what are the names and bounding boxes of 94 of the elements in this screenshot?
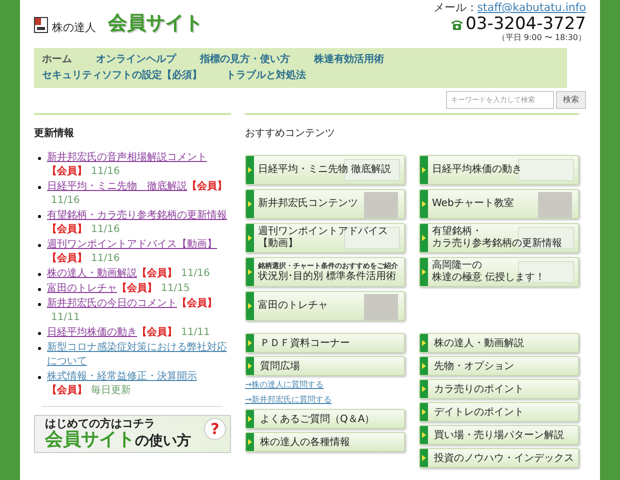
banner-title: 【動画】 (258, 238, 299, 250)
banner-title: 新井邦宏氏コンテンツ (258, 198, 358, 210)
member-tag: 【会員】 (137, 267, 177, 281)
content-banner[interactable]: 日経平均株価の動き (419, 155, 579, 185)
phone-number: 03-3204-3727 (466, 15, 586, 33)
content-banner[interactable]: 高岡隆一の 株達の極意 伝授します！ (419, 257, 579, 287)
content-banner[interactable]: 富田のトレチャ (245, 291, 405, 321)
banner-title: Webチャート教室 (432, 198, 514, 210)
update-link[interactable]: 有望銘柄・カラ売り参考銘柄の更新情報 (47, 210, 227, 221)
bullet-icon (38, 215, 41, 218)
update-date: 11/16 (91, 165, 120, 179)
section-heading: 更新情報 (34, 128, 74, 139)
banner-title: 株達の極意 伝授します！ (432, 272, 546, 284)
nav-link[interactable]: セキュリティソフトの設定【必須】 (42, 68, 202, 84)
menu-button[interactable]: カラ売りのポイント (419, 379, 579, 399)
update-link[interactable]: 日経平均・ミニ先物 徹底解説 (47, 181, 187, 192)
update-link[interactable]: 週刊ワンポイントアドバイス【動画】 (47, 239, 217, 250)
update-link[interactable]: 日経平均株価の動き (47, 327, 137, 338)
member-tag: 【会員】 (177, 297, 217, 311)
update-date: 11/11 (181, 326, 210, 340)
banner-title: 日経平均・ミニ先物 徹底解説 (258, 164, 392, 176)
chart-thumbnail (518, 261, 574, 283)
menu-button[interactable]: デイトレのポイント (419, 402, 579, 422)
update-date: 11/16 (181, 267, 210, 281)
banner-title: 富田のトレチャ (258, 300, 328, 312)
update-date: 毎日更新 (91, 384, 131, 398)
update-date: 11/15 (161, 282, 190, 296)
bullet-icon (38, 157, 41, 160)
menu-button[interactable]: 先物・オプション (419, 356, 579, 376)
content-banner[interactable]: 週刊ワンポイントアドバイス 【動画】 (245, 223, 405, 253)
banner-title: 有望銘柄・ (432, 226, 483, 238)
update-date: 11/11 (51, 311, 80, 325)
banner-title: 週刊ワンポイントアドバイス (258, 226, 388, 238)
member-tag: 【会員】 (117, 282, 157, 296)
nav-link[interactable]: トラブルと対処法 (226, 68, 306, 84)
update-link[interactable]: 新型コロナ感染症対策における弊社対応について (47, 341, 231, 369)
banner-title: 状況別･目的別 標準条件活用術 (258, 270, 396, 282)
bullet-icon (38, 273, 41, 276)
update-link[interactable]: 株の達人・動画解説 (47, 268, 137, 279)
bullet-icon (38, 376, 41, 379)
banner-title: 日経平均株価の動き (432, 164, 522, 176)
search-button[interactable]: 検索 (556, 91, 586, 109)
content-banner[interactable]: 新井邦宏氏コンテンツ (245, 189, 405, 219)
update-date: 11/16 (51, 194, 80, 208)
menu-button[interactable]: よくあるご質問（Q＆A） (245, 409, 405, 429)
business-hours: （平日 9:00 〜 18:30） (497, 33, 586, 42)
bullet-icon (38, 288, 41, 291)
member-tag: 【会員】 (187, 180, 227, 194)
update-link[interactable]: 新井邦宏氏の今日のコメント (47, 298, 177, 309)
mail-link[interactable]: staff@kabutatu.info (477, 1, 586, 14)
content-banner[interactable]: 有望銘柄・ カラ売り参考銘柄の更新情報 (419, 223, 579, 253)
content-banner[interactable]: Webチャート教室 (419, 189, 579, 219)
menu-button[interactable]: 株の達人・動画解説 (419, 333, 579, 353)
question-link[interactable]: →株の達人に質問する (245, 379, 405, 391)
bullet-icon (38, 244, 41, 247)
banner-title: カラ売り参考銘柄の更新情報 (432, 238, 562, 250)
bullet-icon (38, 332, 41, 335)
member-tag: 【会員】 (47, 384, 87, 398)
question-link[interactable]: →新井邦宏氏に質問する (245, 394, 405, 406)
member-tag: 【会員】 (47, 223, 87, 237)
question-mark: ? (204, 418, 226, 440)
member-tag: 【会員】 (137, 326, 177, 340)
menu-button[interactable]: 買い場・売り場パターン解説 (419, 425, 579, 445)
section-heading: おすすめコンテンツ (245, 128, 335, 139)
phone-icon (450, 18, 464, 30)
chart-thumbnail (518, 159, 574, 181)
nav-link[interactable]: 株達有効活用術 (314, 52, 384, 68)
menu-button[interactable]: 投資のノウハウ・インデックス (419, 448, 579, 468)
nav-link[interactable]: ホーム (42, 52, 72, 68)
bullet-icon (38, 303, 41, 306)
update-link[interactable]: 新井邦宏氏の音声相場解説コメント (47, 152, 207, 163)
update-link[interactable]: 富田のトレチャ (47, 283, 117, 294)
banner-title: 高岡隆一の (432, 260, 483, 272)
photo-placeholder (538, 192, 572, 218)
menu-button[interactable]: 質問広場 (245, 356, 405, 376)
logo-icon (34, 17, 48, 33)
update-date: 11/16 (91, 223, 120, 237)
menu-button[interactable]: 株の達人の各種情報 (245, 432, 405, 452)
photo-placeholder (364, 294, 398, 320)
content-banner[interactable]: 日経平均・ミニ先物 徹底解説 (245, 155, 405, 185)
guide-banner[interactable]: はじめての方はコチラ 会員サイト の使い方 ? (34, 415, 231, 453)
logo-text: 株の達人 (52, 22, 96, 33)
site-title: 会員サイト (108, 14, 203, 33)
menu-button[interactable]: ＰＤＦ資料コーナー (245, 333, 405, 353)
member-tag: 【会員】 (47, 165, 87, 179)
nav-link[interactable]: 指標の見方・使い方 (200, 52, 290, 68)
mail-label: メール： (433, 1, 478, 14)
member-tag: 【会員】 (47, 252, 87, 266)
bullet-icon (38, 347, 41, 350)
update-link[interactable]: 株式情報・経常益修正・決算開示 (47, 371, 197, 382)
bullet-icon (38, 186, 41, 189)
photo-placeholder (364, 192, 398, 218)
nav-link[interactable]: オンラインヘルプ (96, 52, 176, 68)
update-date: 11/16 (91, 252, 120, 266)
